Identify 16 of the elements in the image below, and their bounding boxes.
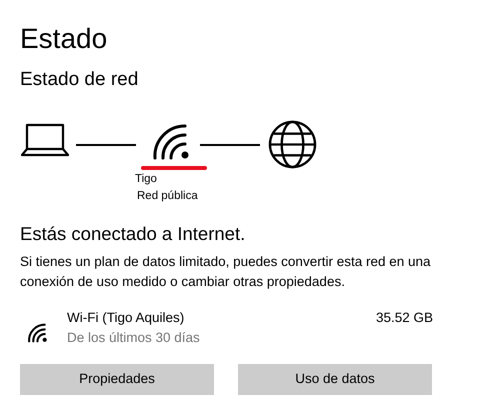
status-heading: Estás conectado a Internet. bbox=[20, 222, 246, 246]
network-name: Tigo bbox=[135, 172, 157, 186]
laptop-icon bbox=[21, 123, 69, 157]
network-underline bbox=[141, 166, 207, 170]
section-title: Estado de red bbox=[20, 68, 138, 92]
connector-line bbox=[200, 144, 260, 146]
action-button[interactable]: Propiedades bbox=[20, 364, 214, 395]
usage-period: De los últimos 30 días bbox=[67, 329, 200, 347]
data-usage: 35.52 GB bbox=[376, 309, 433, 327]
network-type: Red pública bbox=[137, 189, 198, 203]
status-description: Si tienes un plan de datos limitado, puedes convertir esta red en una conexión de uso medido o cambiar otras propiedades. bbox=[20, 253, 432, 291]
connector-line bbox=[76, 144, 136, 146]
connection-name: Wi-Fi (Tigo Aquiles) bbox=[67, 309, 186, 327]
page-title: Estado bbox=[20, 22, 108, 56]
globe-icon bbox=[268, 120, 317, 169]
action-button[interactable]: Uso de datos bbox=[238, 364, 432, 395]
